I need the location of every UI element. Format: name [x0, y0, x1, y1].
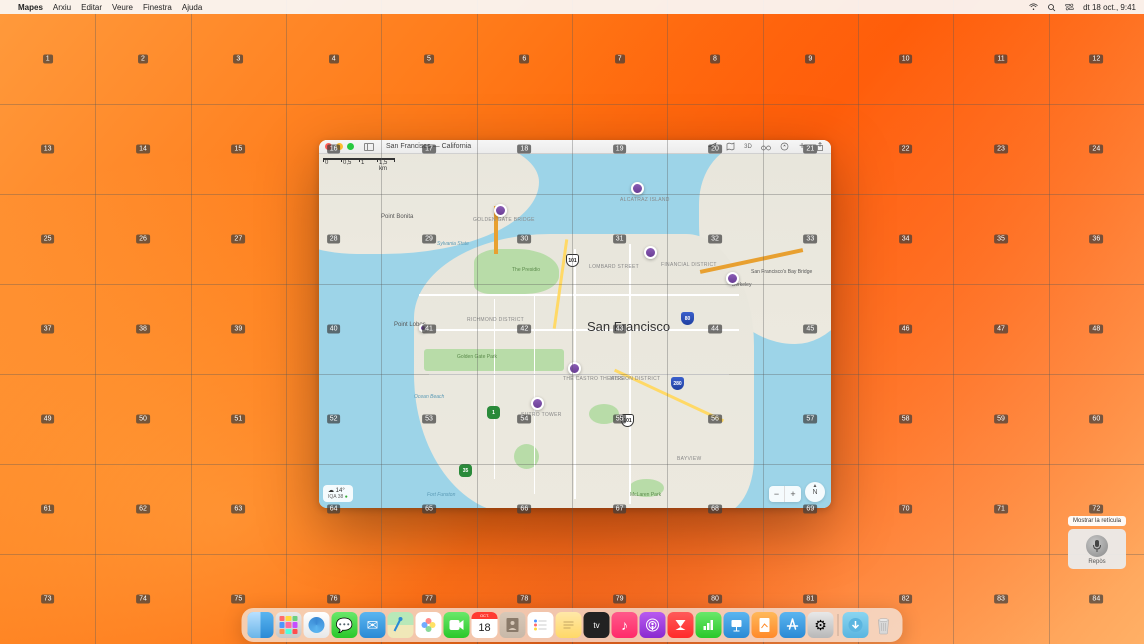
voice-control-panel: Mostrar la retícula Repòs: [1068, 516, 1126, 569]
highway-shield-80: 80: [681, 312, 694, 325]
menubar-clock[interactable]: dt 18 oct., 9:41: [1083, 3, 1136, 12]
menu-window[interactable]: Finestra: [143, 3, 172, 12]
share-icon[interactable]: [815, 142, 825, 152]
dock-downloads[interactable]: [843, 612, 869, 638]
fullscreen-button[interactable]: [347, 143, 354, 150]
app-menu[interactable]: Mapes: [18, 3, 43, 12]
zoom-in-button[interactable]: +: [785, 486, 801, 502]
wifi-icon[interactable]: [1029, 3, 1038, 12]
menu-edit[interactable]: Editar: [81, 3, 102, 12]
binoculars-icon[interactable]: [761, 142, 771, 152]
label-ocean-beach: Ocean Beach: [414, 394, 444, 400]
dock: 💬 ✉ OCT. 18 tv ♪ ⚙: [242, 608, 903, 642]
dock-news[interactable]: [668, 612, 694, 638]
highway-shield-280: 280: [671, 377, 684, 390]
dock-notes[interactable]: [556, 612, 582, 638]
label-ggp: Golden Gate Park: [457, 354, 497, 360]
dock-podcasts[interactable]: [640, 612, 666, 638]
window-titlebar[interactable]: San Francisco — California 3D +: [319, 140, 831, 154]
menubar: Mapes Arxiu Editar Veure Finestra Ajuda …: [0, 0, 1144, 14]
map-pin[interactable]: [531, 397, 544, 410]
sidebar-toggle-icon[interactable]: [364, 143, 374, 151]
menu-file[interactable]: Arxiu: [53, 3, 71, 12]
dock-numbers[interactable]: [696, 612, 722, 638]
location-icon[interactable]: [707, 142, 717, 152]
map-pin[interactable]: [419, 324, 427, 332]
label-sutro: SUTRO TOWER: [521, 412, 562, 418]
menu-help[interactable]: Ajuda: [182, 3, 202, 12]
map-pin[interactable]: [568, 362, 581, 375]
voice-tooltip: Mostrar la retícula: [1068, 516, 1126, 526]
highway-shield-101: 101: [566, 254, 579, 267]
map-pin[interactable]: [631, 182, 644, 195]
dock-finder[interactable]: [248, 612, 274, 638]
label-mclaren: McLaren Park: [630, 492, 661, 498]
dock-contacts[interactable]: [500, 612, 526, 638]
label-lombard: LOMBARD STREET: [589, 264, 639, 270]
dock-keynote[interactable]: [724, 612, 750, 638]
map-viewport[interactable]: San Francisco Point Bonita The Presidio …: [319, 154, 831, 508]
highway-shield-35: 35: [459, 464, 472, 477]
control-center-icon[interactable]: [1065, 3, 1074, 12]
mode-3d-button[interactable]: 3D: [743, 142, 753, 152]
dock-maps[interactable]: [388, 612, 414, 638]
dock-facetime[interactable]: [444, 612, 470, 638]
minimize-button[interactable]: [336, 143, 343, 150]
dock-photos[interactable]: [416, 612, 442, 638]
weather-badge[interactable]: ☁ 14° IQA 38 ●: [323, 485, 353, 502]
label-alcatraz: ALCATRAZ ISLAND: [620, 197, 660, 203]
highway-shield-101: 101: [621, 414, 634, 427]
dock-tv[interactable]: tv: [584, 612, 610, 638]
highway-shield-1: 1: [487, 406, 500, 419]
label-castro: THE CASTRO THEATRE: [563, 376, 613, 382]
window-title: San Francisco — California: [386, 143, 471, 150]
label-fort-funston: Fort Funston: [427, 492, 455, 498]
calendar-month: OCT.: [472, 612, 498, 619]
maps-window: San Francisco — California 3D +: [319, 140, 831, 508]
label-baybridge: San Francisco's Bay Bridge: [751, 269, 812, 275]
label-bayview: BAYVIEW: [677, 456, 702, 462]
dock-pages[interactable]: [752, 612, 778, 638]
dock-messages[interactable]: 💬: [332, 612, 358, 638]
calendar-day: 18: [478, 622, 490, 634]
dock-music[interactable]: ♪: [612, 612, 638, 638]
label-mission: MISSION DISTRICT: [610, 376, 650, 382]
dock-settings[interactable]: ⚙: [808, 612, 834, 638]
zoom-control: − +: [769, 486, 801, 502]
label-richmond: RICHMOND DISTRICT: [467, 317, 517, 323]
map-mode-icon[interactable]: [725, 142, 735, 152]
directions-icon[interactable]: [779, 142, 789, 152]
map-pin[interactable]: [644, 246, 657, 259]
dock-appstore[interactable]: [780, 612, 806, 638]
menu-view[interactable]: Veure: [112, 3, 133, 12]
label-sylvania: Sylvania State: [437, 241, 472, 247]
add-icon[interactable]: +: [797, 142, 807, 152]
microphone-icon[interactable]: [1086, 535, 1108, 557]
dock-launchpad[interactable]: [276, 612, 302, 638]
zoom-out-button[interactable]: −: [769, 486, 785, 502]
label-point-bonita: Point Bonita: [381, 214, 413, 220]
map-pin[interactable]: [494, 204, 507, 217]
label-financial: FINANCIAL DISTRICT: [661, 262, 711, 268]
label-ggb: GOLDEN GATE BRIDGE: [473, 217, 523, 223]
compass[interactable]: ▲ N: [805, 482, 825, 502]
dock-safari[interactable]: [304, 612, 330, 638]
map-city-label: San Francisco: [587, 319, 670, 334]
dock-calendar[interactable]: OCT. 18: [472, 612, 498, 638]
dock-reminders[interactable]: [528, 612, 554, 638]
map-scale: 0 0,5 1 1,5 km: [323, 158, 395, 162]
close-button[interactable]: [325, 143, 332, 150]
map-pin[interactable]: [726, 272, 739, 285]
voice-status-label: Repòs: [1072, 559, 1122, 565]
dock-trash[interactable]: [871, 612, 897, 638]
dock-separator: [838, 614, 839, 636]
spotlight-icon[interactable]: [1047, 3, 1056, 12]
dock-mail[interactable]: ✉: [360, 612, 386, 638]
label-presidio: The Presidio: [512, 267, 540, 273]
